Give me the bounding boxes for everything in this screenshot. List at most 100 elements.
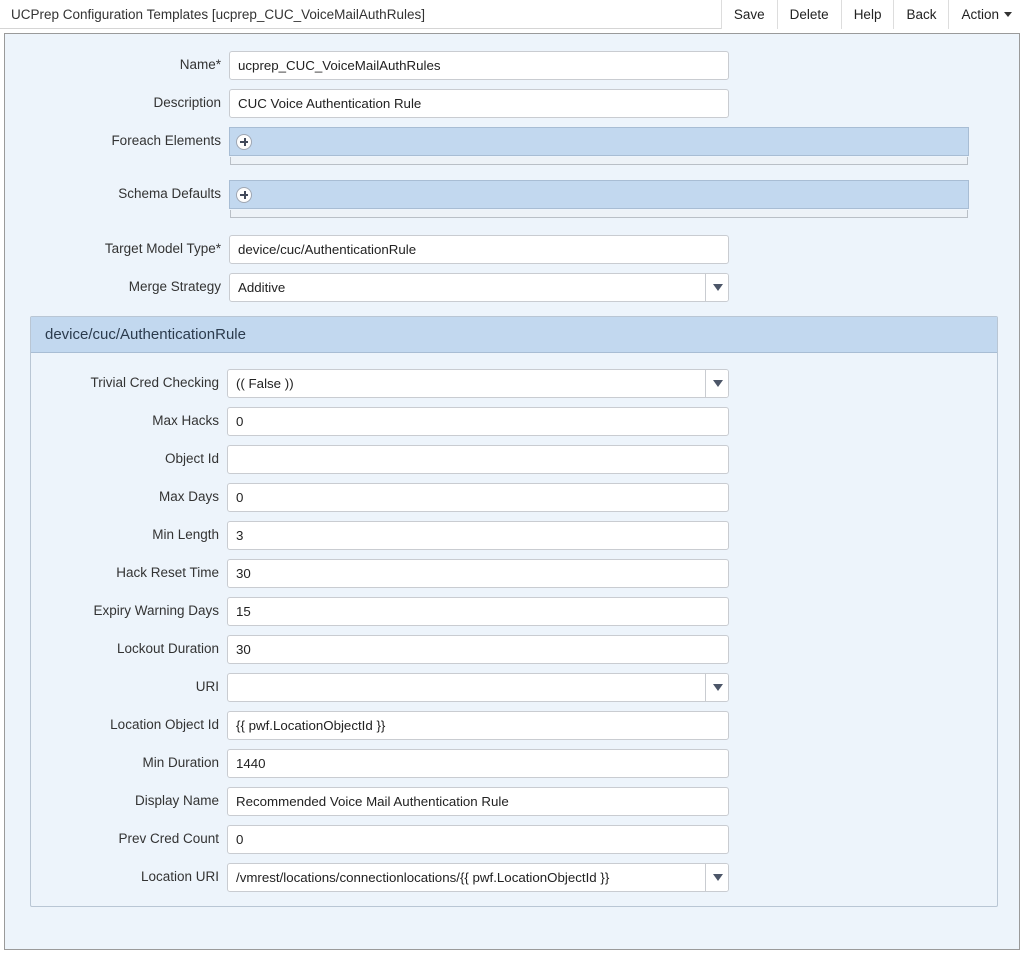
field-row-merge-strategy: Merge Strategy Additive xyxy=(5,273,1019,302)
back-button-label: Back xyxy=(906,7,936,22)
field-row-object-id: Object Id xyxy=(31,445,997,474)
field-row-hack-reset-time: Hack Reset Time30 xyxy=(31,559,997,588)
min-length-input[interactable]: 3 xyxy=(227,521,729,550)
model-panel-body: Trivial Cred Checking (( False )) Max Hack… xyxy=(31,353,997,906)
name-input[interactable]: ucprep_CUC_VoiceMailAuthRules xyxy=(229,51,729,80)
display-name-input[interactable]: Recommended Voice Mail Authentication Ru… xyxy=(227,787,729,816)
target-model-type-label: Target Model Type* xyxy=(5,235,229,257)
uri-label: URI xyxy=(31,673,227,695)
uri-select[interactable] xyxy=(227,673,729,702)
outer-form: Name* ucprep_CUC_VoiceMailAuthRules Desc… xyxy=(5,34,1019,302)
delete-button[interactable]: Delete xyxy=(777,0,841,29)
max-days-control: 0 xyxy=(227,483,729,512)
lockout-duration-control: 30 xyxy=(227,635,729,664)
field-row-location-uri: Location URI/vmrest/locations/connection… xyxy=(31,863,997,892)
action-menu-button[interactable]: Action xyxy=(948,0,1024,29)
back-button[interactable]: Back xyxy=(893,0,948,29)
field-row-name: Name* ucprep_CUC_VoiceMailAuthRules xyxy=(5,51,1019,80)
foreach-elements-control xyxy=(229,127,969,165)
foreach-elements-strip xyxy=(229,127,969,156)
max-hacks-input[interactable]: 0 xyxy=(227,407,729,436)
hack-reset-time-label: Hack Reset Time xyxy=(31,559,227,581)
plus-icon[interactable] xyxy=(236,187,252,203)
location-uri-control: /vmrest/locations/connectionlocations/{{… xyxy=(227,863,729,892)
field-row-display-name: Display NameRecommended Voice Mail Authe… xyxy=(31,787,997,816)
schema-defaults-strip xyxy=(229,180,969,209)
merge-strategy-value: Additive xyxy=(238,280,285,295)
titlebar-actions: Save Delete Help Back Action xyxy=(721,0,1024,29)
target-model-type-control: device/cuc/AuthenticationRule xyxy=(229,235,729,264)
prev-cred-count-control: 0 xyxy=(227,825,729,854)
merge-strategy-select[interactable]: Additive xyxy=(229,273,729,302)
configuration-template-form: Name* ucprep_CUC_VoiceMailAuthRules Desc… xyxy=(4,33,1020,950)
chevron-down-icon[interactable] xyxy=(705,673,729,702)
schema-defaults-control xyxy=(229,180,969,218)
field-row-description: Description CUC Voice Authentication Rul… xyxy=(5,89,1019,118)
delete-button-label: Delete xyxy=(790,7,829,22)
name-label: Name* xyxy=(5,51,229,73)
expiry-warning-days-label: Expiry Warning Days xyxy=(31,597,227,619)
description-input[interactable]: CUC Voice Authentication Rule xyxy=(229,89,729,118)
field-row-max-days: Max Days0 xyxy=(31,483,997,512)
field-row-min-length: Min Length3 xyxy=(31,521,997,550)
min-length-control: 3 xyxy=(227,521,729,550)
description-label: Description xyxy=(5,89,229,111)
chevron-down-icon[interactable] xyxy=(705,369,729,398)
location-uri-label: Location URI xyxy=(31,863,227,885)
action-menu-button-label: Action xyxy=(961,7,999,22)
trivial-cred-checking-label: Trivial Cred Checking xyxy=(31,369,227,391)
max-days-label: Max Days xyxy=(31,483,227,505)
schema-defaults-rail xyxy=(230,210,968,218)
trivial-cred-checking-value: (( False )) xyxy=(236,376,294,391)
location-uri-select[interactable]: /vmrest/locations/connectionlocations/{{… xyxy=(227,863,729,892)
field-row-min-duration: Min Duration1440 xyxy=(31,749,997,778)
field-row-location-object-id: Location Object Id{{ pwf.LocationObjectI… xyxy=(31,711,997,740)
location-object-id-label: Location Object Id xyxy=(31,711,227,733)
display-name-control: Recommended Voice Mail Authentication Ru… xyxy=(227,787,729,816)
object-id-control xyxy=(227,445,729,474)
help-button[interactable]: Help xyxy=(841,0,894,29)
uri-control xyxy=(227,673,729,702)
foreach-elements-label: Foreach Elements xyxy=(5,127,229,149)
prev-cred-count-input[interactable]: 0 xyxy=(227,825,729,854)
target-model-type-input[interactable]: device/cuc/AuthenticationRule xyxy=(229,235,729,264)
field-row-expiry-warning-days: Expiry Warning Days15 xyxy=(31,597,997,626)
foreach-elements-rail xyxy=(230,157,968,165)
expiry-warning-days-input[interactable]: 15 xyxy=(227,597,729,626)
lockout-duration-label: Lockout Duration xyxy=(31,635,227,657)
description-control: CUC Voice Authentication Rule xyxy=(229,89,729,118)
hack-reset-time-input[interactable]: 30 xyxy=(227,559,729,588)
field-row-lockout-duration: Lockout Duration30 xyxy=(31,635,997,664)
max-days-input[interactable]: 0 xyxy=(227,483,729,512)
field-row-uri: URI xyxy=(31,673,997,702)
trivial-cred-checking-control: (( False )) xyxy=(227,369,729,398)
field-row-target-model-type: Target Model Type* device/cuc/Authentica… xyxy=(5,235,1019,264)
field-row-schema-defaults: Schema Defaults xyxy=(5,180,1019,218)
name-control: ucprep_CUC_VoiceMailAuthRules xyxy=(229,51,729,80)
min-duration-input[interactable]: 1440 xyxy=(227,749,729,778)
prev-cred-count-label: Prev Cred Count xyxy=(31,825,227,847)
schema-defaults-label: Schema Defaults xyxy=(5,180,229,202)
max-hacks-label: Max Hacks xyxy=(31,407,227,429)
plus-icon[interactable] xyxy=(236,134,252,150)
model-panel-header: device/cuc/AuthenticationRule xyxy=(31,317,997,353)
page-title: UCPrep Configuration Templates [ucprep_C… xyxy=(0,7,721,22)
min-duration-label: Min Duration xyxy=(31,749,227,771)
min-length-label: Min Length xyxy=(31,521,227,543)
save-button[interactable]: Save xyxy=(721,0,777,29)
field-row-prev-cred-count: Prev Cred Count0 xyxy=(31,825,997,854)
lockout-duration-input[interactable]: 30 xyxy=(227,635,729,664)
location-object-id-input[interactable]: {{ pwf.LocationObjectId }} xyxy=(227,711,729,740)
model-panel: device/cuc/AuthenticationRule Trivial Cr… xyxy=(30,316,998,907)
chevron-down-icon[interactable] xyxy=(705,863,729,892)
chevron-down-icon[interactable] xyxy=(705,273,729,302)
chevron-down-icon xyxy=(1004,12,1012,17)
field-row-max-hacks: Max Hacks0 xyxy=(31,407,997,436)
trivial-cred-checking-select[interactable]: (( False )) xyxy=(227,369,729,398)
min-duration-control: 1440 xyxy=(227,749,729,778)
field-row-trivial-cred-checking: Trivial Cred Checking (( False )) xyxy=(31,369,997,398)
max-hacks-control: 0 xyxy=(227,407,729,436)
titlebar: UCPrep Configuration Templates [ucprep_C… xyxy=(0,0,1024,29)
expiry-warning-days-control: 15 xyxy=(227,597,729,626)
object-id-input[interactable] xyxy=(227,445,729,474)
